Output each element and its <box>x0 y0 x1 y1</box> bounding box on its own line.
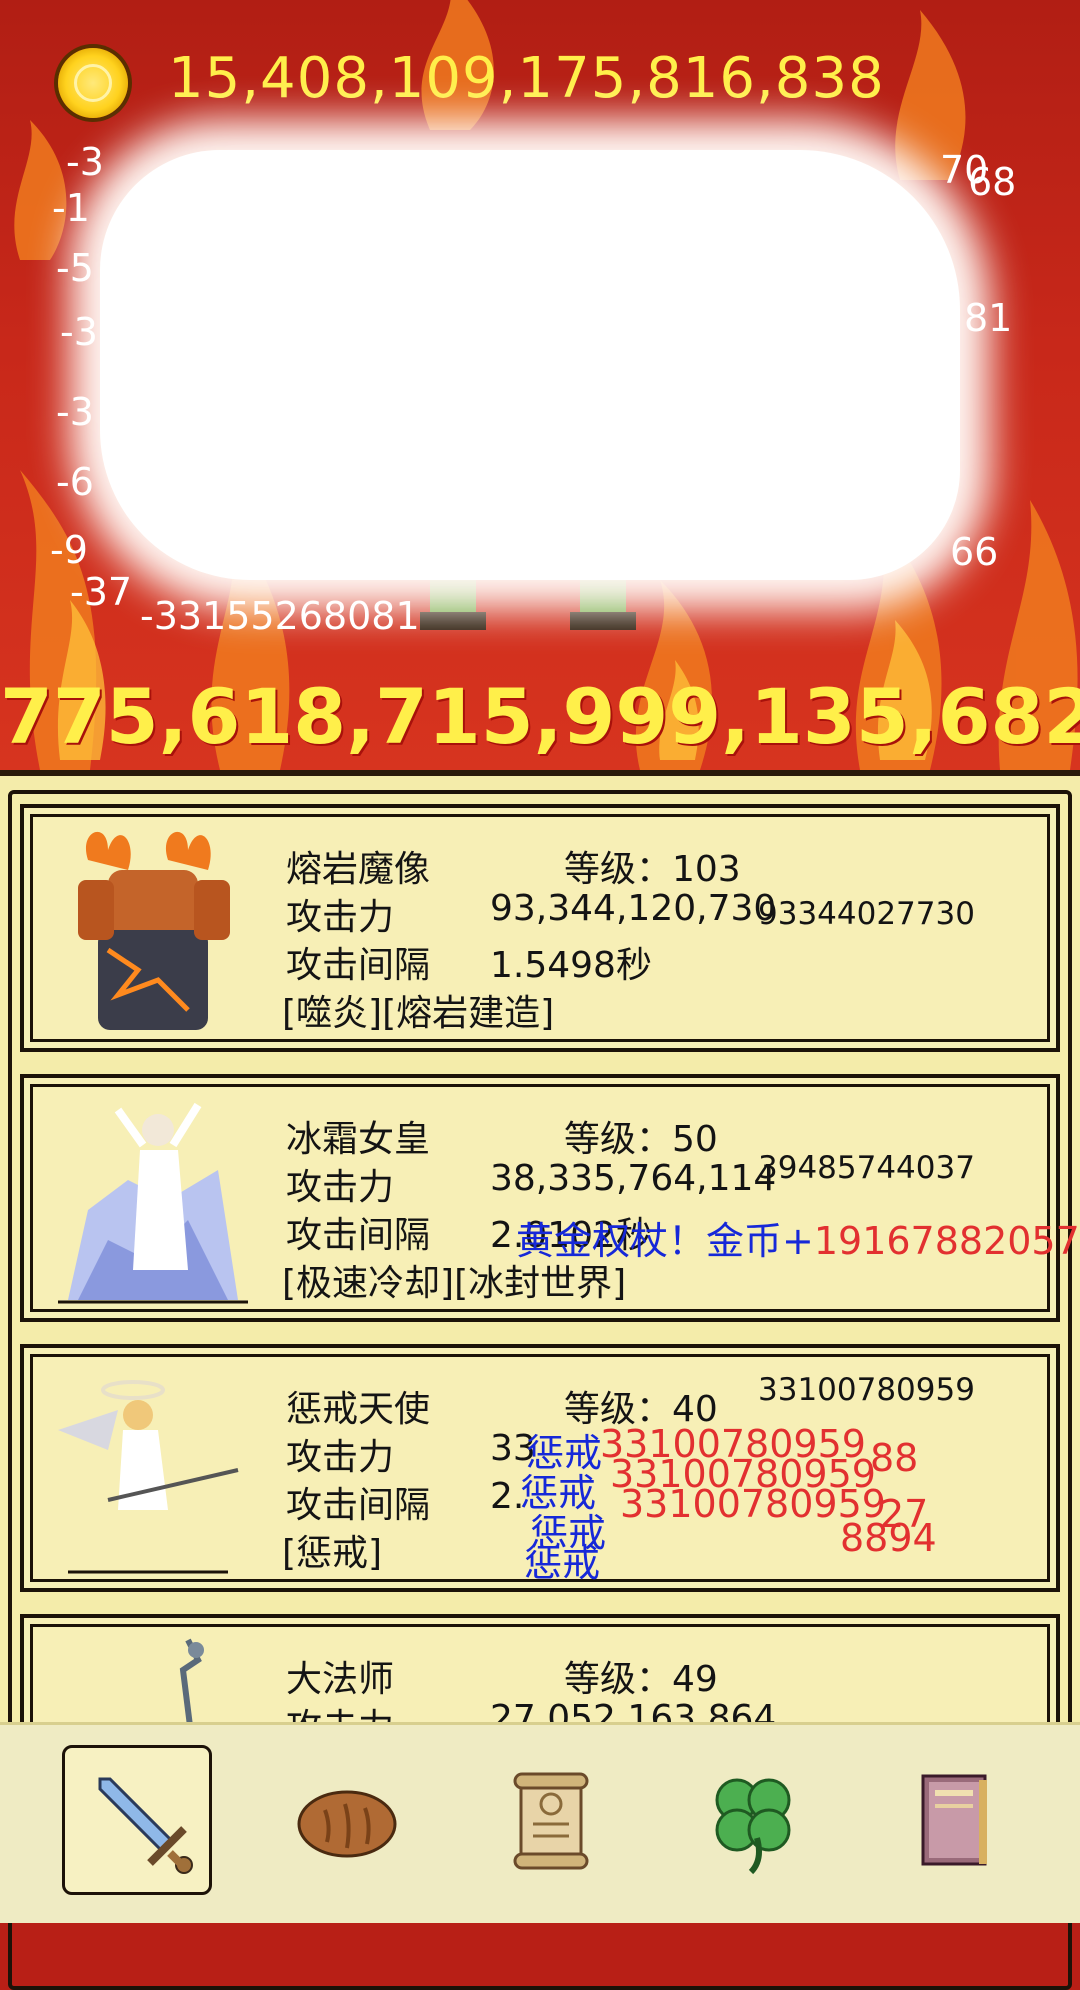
attack-float-number: 33100780959 <box>758 1372 975 1408</box>
interval-label: 攻击间隔 <box>286 1485 431 1526</box>
damage-number: 70 <box>940 148 989 192</box>
sword-icon <box>98 1777 193 1874</box>
attack-label: 攻击力 <box>286 1167 395 1208</box>
hero-level: 等级：49 <box>564 1659 718 1700</box>
scroll-icon <box>513 1772 589 1870</box>
hero-level: 等级：103 <box>564 849 741 890</box>
gold-bonus-value: 19167882057 <box>813 1219 1080 1263</box>
attack-float-number: 39485744037 <box>758 1150 975 1186</box>
punish-popup-value: 88 <box>870 1436 919 1480</box>
punish-popup-text: 惩戒 <box>524 1541 601 1585</box>
punish-popup-value: 8894 <box>840 1516 937 1560</box>
damage-number: -33155268081 <box>140 594 420 638</box>
tab-food[interactable] <box>272 1745 422 1895</box>
hero-card-lava-golem[interactable]: 熔岩魔像 等级：103 攻击力 93,344,120,730 933440277… <box>20 804 1060 1052</box>
damage-number: -1 <box>52 186 90 230</box>
damage-number: -37 <box>70 570 133 614</box>
interval-label: 攻击间隔 <box>286 1215 431 1256</box>
frost-queen-portrait-icon <box>58 1102 248 1304</box>
damage-number: -6 <box>56 460 94 504</box>
gold-bonus-popup: 黄金权杖！金币+19167882057 <box>516 1210 1080 1265</box>
gold-amount: 15,408,109,175,816,838 <box>168 46 885 111</box>
attack-value: 93,344,120,730 <box>490 888 777 929</box>
damage-number-cloud <box>100 150 960 580</box>
damage-number: -3 <box>56 390 94 434</box>
enemy-hp: 775,618,715,999,135,682 <box>0 672 1080 761</box>
hero-name: 大法师 <box>286 1659 395 1700</box>
interval-label: 攻击间隔 <box>286 945 431 986</box>
hero-card-frost-queen[interactable]: 冰霜女皇 等级：50 攻击力 38,335,764,114 3948574403… <box>20 1074 1060 1322</box>
book-icon <box>921 1774 987 1866</box>
gold-coin-icon <box>58 48 128 118</box>
hero-skills: [噬炎][熔岩建造] <box>282 993 555 1034</box>
damage-number: -3 <box>66 140 104 184</box>
battle-scene[interactable]: 15,408,109,175,816,838 -3 -37 -331552680… <box>0 0 1080 770</box>
damage-number: 81 <box>964 296 1013 340</box>
damage-number: -5 <box>56 246 94 290</box>
clover-icon <box>715 1778 791 1875</box>
bottom-tab-bar <box>0 1722 1080 1923</box>
hero-skills: [惩戒] <box>282 1533 383 1574</box>
hero-name: 惩戒天使 <box>286 1389 431 1430</box>
tab-book[interactable] <box>878 1745 1028 1895</box>
attack-label: 攻击力 <box>286 897 395 938</box>
hero-name: 熔岩魔像 <box>286 849 431 890</box>
damage-number: -3 <box>60 310 98 354</box>
attack-label: 攻击力 <box>286 1437 395 1478</box>
hero-level: 等级：50 <box>564 1119 718 1160</box>
interval-value: 1.5498秒 <box>490 945 652 986</box>
hero-name: 冰霜女皇 <box>286 1119 431 1160</box>
tab-scroll[interactable] <box>476 1745 626 1895</box>
attack-float-number: 93344027730 <box>758 896 975 932</box>
attack-value: 38,335,764,114 <box>490 1158 777 1199</box>
damage-number: -9 <box>50 528 88 572</box>
bread-icon <box>297 1790 397 1858</box>
tab-luck[interactable] <box>678 1745 828 1895</box>
lava-golem-portrait-icon <box>78 831 230 1030</box>
punisher-angel-portrait-icon <box>58 1380 239 1574</box>
gold-bonus-text: 黄金权杖！金币+ <box>516 1219 814 1263</box>
tab-heroes[interactable] <box>62 1745 212 1895</box>
damage-number: 66 <box>950 530 999 574</box>
